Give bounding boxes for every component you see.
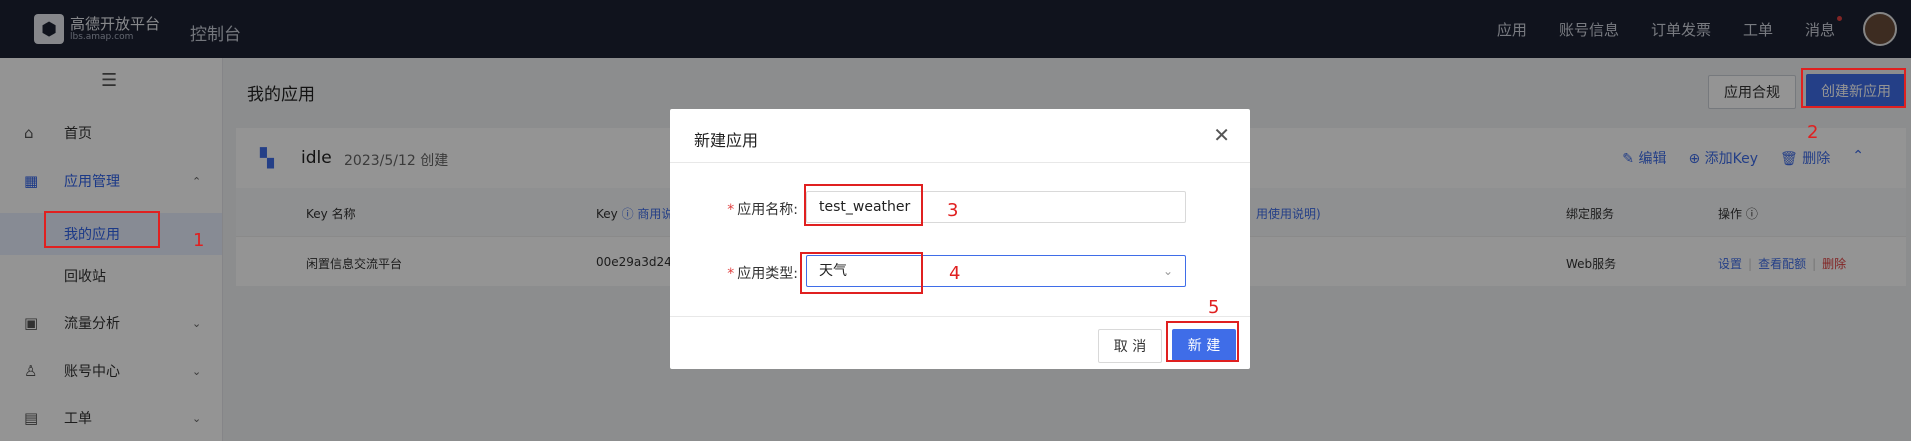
chevron-down-icon: ⌄ bbox=[1162, 264, 1173, 278]
cancel-button[interactable]: 取 消 bbox=[1098, 329, 1162, 363]
dialog-header: 新建应用 ✕ bbox=[670, 109, 1250, 163]
new-app-dialog: 新建应用 ✕ * 应用名称: test_weather * 应用类型: 天气 ⌄ 取… bbox=[670, 109, 1250, 369]
annotation-number-3: 3 bbox=[947, 200, 959, 221]
annotation-box-4 bbox=[800, 252, 923, 294]
annotation-number-1: 1 bbox=[193, 230, 205, 251]
annotation-number-4: 4 bbox=[949, 263, 961, 284]
required-mark: * bbox=[727, 266, 735, 282]
app-type-label: * 应用类型: bbox=[688, 263, 798, 283]
app-name-label: * 应用名称: bbox=[688, 199, 798, 219]
annotation-box-5 bbox=[1166, 321, 1239, 362]
app-type-label-text: 应用类型: bbox=[737, 266, 798, 282]
close-icon[interactable]: ✕ bbox=[1213, 123, 1230, 147]
dialog-footer: 取 消 新 建 bbox=[670, 316, 1250, 370]
app-name-label-text: 应用名称: bbox=[737, 202, 798, 218]
dialog-title: 新建应用 bbox=[694, 131, 759, 150]
required-mark: * bbox=[727, 202, 735, 218]
annotation-number-5: 5 bbox=[1208, 297, 1220, 318]
annotation-box-1 bbox=[44, 211, 160, 248]
annotation-box-2 bbox=[1801, 68, 1906, 108]
annotation-box-3 bbox=[804, 184, 923, 226]
annotation-number-2: 2 bbox=[1807, 122, 1819, 143]
